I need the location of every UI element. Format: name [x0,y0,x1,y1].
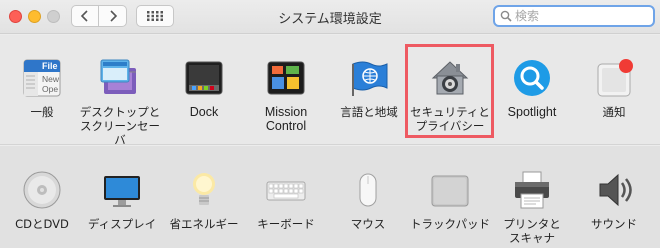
pane-label: デスクトップと スクリーンセーバ [79,105,161,147]
pane-energy-saver[interactable]: 省エネルギー [162,168,246,231]
notifications-icon [592,56,636,100]
pane-spotlight[interactable]: Spotlight [490,56,574,119]
search-field[interactable] [493,5,655,27]
speaker-icon [592,168,636,212]
mission-control-icon [264,56,308,100]
mouse-icon [346,168,390,212]
close-window-button[interactable] [9,10,22,23]
hardware-section: CDとDVD ディスプレイ 省エネルギー キーボード マウス トラックパッド プ… [0,146,660,248]
pane-label: 省エネルギー [169,217,239,231]
pane-printers-scanners[interactable]: プリンタと スキャナ [490,168,574,245]
pane-label: CDとDVD [15,217,69,231]
zoom-window-button[interactable] [47,10,60,23]
pane-label: 通知 [602,105,626,119]
language-region-icon [347,56,391,100]
pane-label: セキュリティと プライバシー [410,105,490,133]
keyboard-icon [264,168,308,212]
personal-section: File New Ope 一般 デスクトップと スクリーンセーバ Dock Mi… [0,35,660,147]
magnifier-icon [510,56,554,100]
pane-displays[interactable]: ディスプレイ [80,168,164,231]
general-icon-text-new: New [42,74,60,84]
house-lock-icon [428,56,472,100]
chevron-left-icon [80,10,88,22]
search-icon [500,10,512,22]
pane-security-privacy[interactable]: セキュリティと プライバシー [408,56,492,133]
pane-mission-control[interactable]: Mission Control [244,56,328,133]
minimize-window-button[interactable] [28,10,41,23]
pane-cd-dvd[interactable]: CDとDVD [0,168,84,231]
pane-label: サウンド [591,217,637,231]
system-preferences-window: システム環境設定 File New Ope 一般 [0,0,660,248]
desktop-screensaver-icon [98,56,142,100]
forward-button[interactable] [99,5,127,27]
pane-desktop-screensaver[interactable]: デスクトップと スクリーンセーバ [78,56,162,147]
pane-sound[interactable]: サウンド [572,168,656,231]
pane-label: Mission Control [264,105,308,133]
pane-label: ディスプレイ [87,217,157,231]
pane-mouse[interactable]: マウス [326,168,410,231]
general-icon-text-open: Ope [42,84,58,94]
back-button[interactable] [71,5,99,27]
search-input[interactable] [515,9,645,23]
pane-language-region[interactable]: 言語と地域 [327,56,411,119]
pane-label: トラックパッド [410,217,490,231]
trackpad-icon [428,168,472,212]
pane-label: 一般 [30,105,54,119]
pane-general[interactable]: File New Ope 一般 [0,56,84,119]
pane-label: 言語と地域 [340,105,398,119]
pane-label: プリンタと スキャナ [503,217,561,245]
chevron-right-icon [109,10,117,22]
pane-notifications[interactable]: 通知 [572,56,656,119]
show-all-button[interactable] [136,5,174,27]
general-icon: File New Ope [20,56,64,100]
lightbulb-icon [182,168,226,212]
pane-label: キーボード [257,217,315,231]
disc-icon [20,168,64,212]
pane-keyboard[interactable]: キーボード [244,168,328,231]
pane-label: マウス [350,217,386,231]
pane-trackpad[interactable]: トラックパッド [408,168,492,231]
title-bar: システム環境設定 [0,0,660,34]
printer-icon [510,168,554,212]
general-icon-text-file: File [42,61,58,71]
grid-icon [147,11,163,21]
pane-label: Dock [189,105,219,119]
dock-icon [182,56,226,100]
pane-label: Spotlight [507,105,557,119]
pane-dock[interactable]: Dock [162,56,246,119]
monitor-icon [100,168,144,212]
